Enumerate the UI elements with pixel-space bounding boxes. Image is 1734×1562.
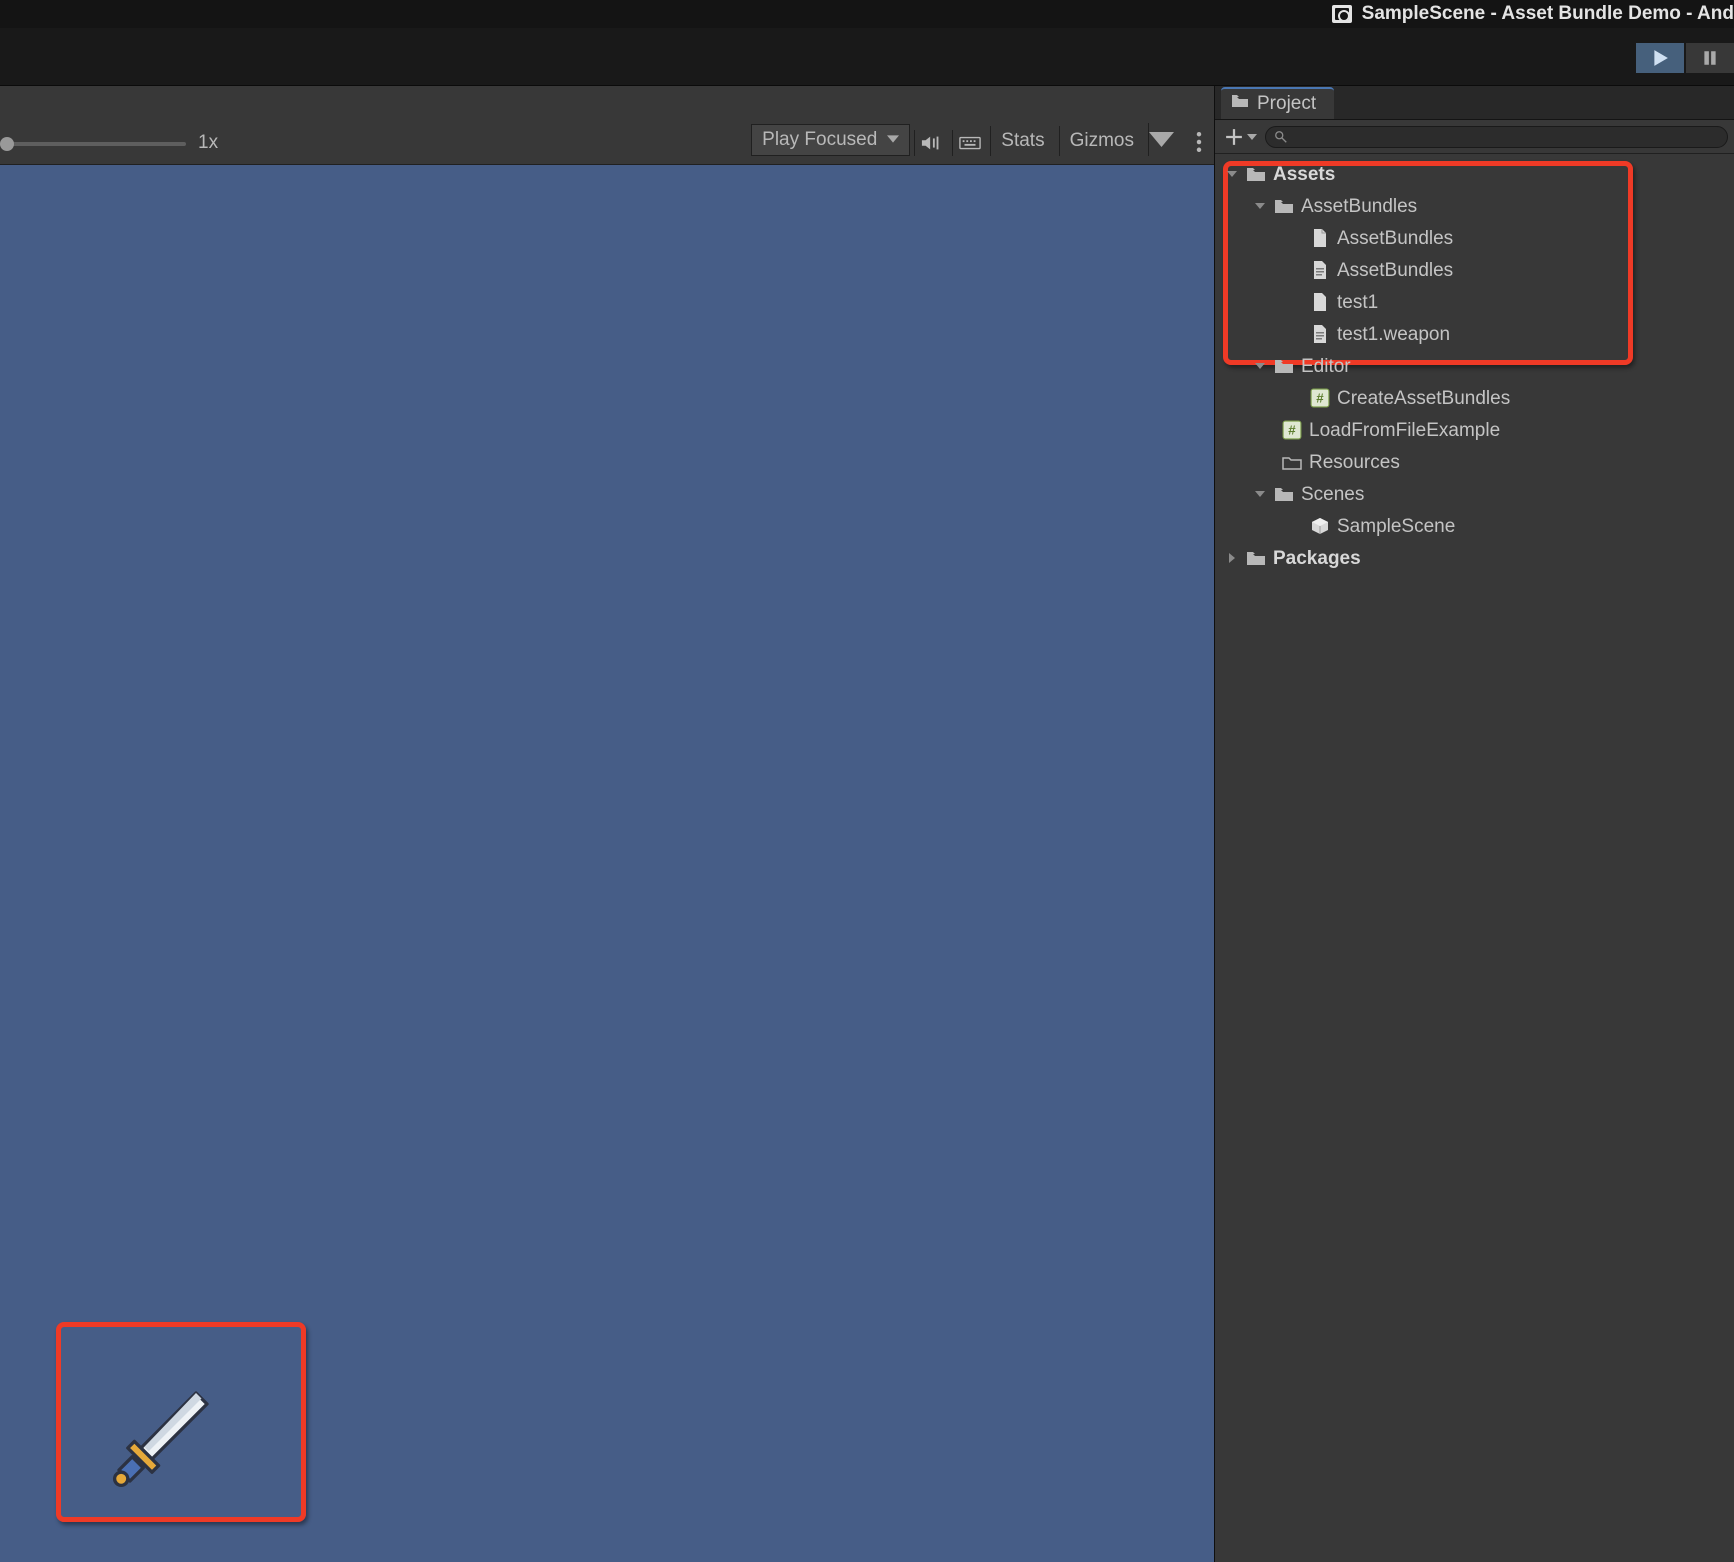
play-icon — [1651, 49, 1669, 67]
create-asset-button[interactable] — [1221, 124, 1261, 149]
folder-icon — [1273, 483, 1295, 505]
play-focused-dropdown[interactable]: Play Focused — [751, 124, 910, 156]
chevron-down-icon — [887, 129, 899, 151]
folder-icon — [1273, 195, 1295, 217]
play-focused-label: Play Focused — [762, 129, 877, 151]
csharp-script-icon: # — [1309, 387, 1331, 409]
kebab-icon — [1196, 132, 1202, 152]
main-toolbar — [0, 28, 1734, 86]
game-viewport[interactable] — [0, 165, 1214, 1562]
sword-sprite — [108, 1382, 218, 1492]
play-button[interactable] — [1636, 43, 1684, 73]
audio-icon — [921, 134, 943, 152]
project-tab[interactable]: Project — [1221, 87, 1334, 119]
scene-icon — [1309, 515, 1331, 537]
search-icon — [1274, 130, 1288, 144]
gizmos-dropdown[interactable] — [1148, 123, 1174, 156]
panel-menu-button[interactable] — [1184, 128, 1214, 156]
tree-item-createassetbundles[interactable]: # CreateAssetBundles — [1215, 382, 1734, 414]
file-icon — [1309, 291, 1331, 313]
keyboard-icon — [959, 134, 981, 152]
project-toolbar — [1215, 120, 1734, 154]
collapse-arrow-icon — [1225, 553, 1239, 563]
tree-item-test1[interactable]: test1 — [1215, 286, 1734, 318]
keyboard-toggle-button[interactable] — [952, 130, 986, 156]
text-file-icon — [1309, 259, 1331, 281]
tree-item-samplescene[interactable]: SampleScene — [1215, 510, 1734, 542]
folder-icon — [1231, 93, 1249, 115]
tree-item-test1weapon[interactable]: test1.weapon — [1215, 318, 1734, 350]
stats-button[interactable]: Stats — [990, 126, 1054, 156]
scale-slider[interactable] — [0, 142, 186, 146]
game-view-toolbar: 1x Play Focused — [0, 86, 1214, 165]
svg-text:#: # — [1316, 390, 1324, 405]
tree-item-resources[interactable]: Resources — [1215, 446, 1734, 478]
csharp-script-icon: # — [1281, 419, 1303, 441]
gizmos-button[interactable]: Gizmos — [1059, 126, 1144, 156]
tree-item-assetbundles-file2[interactable]: AssetBundles — [1215, 254, 1734, 286]
tree-item-assets[interactable]: Assets — [1215, 158, 1734, 190]
audio-toggle-button[interactable] — [914, 130, 948, 156]
project-tree[interactable]: Assets AssetBundles AssetBundles — [1215, 154, 1734, 578]
folder-outline-icon — [1281, 451, 1303, 473]
svg-text:#: # — [1288, 422, 1296, 437]
expand-arrow-icon — [1253, 201, 1267, 211]
scale-label: 1x — [198, 132, 218, 156]
pause-button[interactable] — [1686, 43, 1734, 73]
window-titlebar: SampleScene - Asset Bundle Demo - And — [0, 0, 1734, 28]
expand-arrow-icon — [1253, 489, 1267, 499]
project-panel: Project — [1215, 86, 1734, 1562]
tree-item-packages[interactable]: Packages — [1215, 542, 1734, 574]
window-title: SampleScene - Asset Bundle Demo - And — [1362, 3, 1734, 25]
tree-item-editor-folder[interactable]: Editor — [1215, 350, 1734, 382]
tree-item-assetbundles-folder[interactable]: AssetBundles — [1215, 190, 1734, 222]
chevron-down-icon — [1149, 127, 1174, 152]
folder-icon — [1245, 163, 1267, 185]
expand-arrow-icon — [1253, 361, 1267, 371]
project-tab-label: Project — [1257, 93, 1316, 115]
project-search-input[interactable] — [1265, 126, 1728, 148]
plus-icon — [1225, 128, 1243, 146]
pause-icon — [1701, 49, 1719, 67]
folder-icon — [1245, 547, 1267, 569]
tree-item-loadfromfile[interactable]: # LoadFromFileExample — [1215, 414, 1734, 446]
tree-item-scenes-folder[interactable]: Scenes — [1215, 478, 1734, 510]
unity-logo-icon — [1332, 5, 1352, 23]
tree-item-assetbundles-file1[interactable]: AssetBundles — [1215, 222, 1734, 254]
chevron-down-icon — [1247, 126, 1257, 147]
panel-tabs: Project — [1215, 86, 1734, 120]
expand-arrow-icon — [1225, 169, 1239, 179]
folder-icon — [1273, 355, 1295, 377]
file-icon — [1309, 227, 1331, 249]
text-file-icon — [1309, 323, 1331, 345]
game-view-panel: 1x Play Focused — [0, 86, 1215, 1562]
